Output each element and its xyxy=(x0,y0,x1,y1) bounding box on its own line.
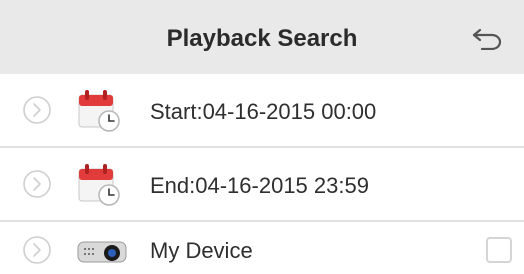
device-checkbox[interactable] xyxy=(486,237,512,263)
end-time-row[interactable]: End:04-16-2015 23:59 xyxy=(0,148,524,220)
calendar-clock-icon xyxy=(78,90,120,132)
device-label: My Device xyxy=(150,238,253,263)
device-row[interactable]: My Device xyxy=(0,222,524,274)
end-time-label: End:04-16-2015 23:59 xyxy=(150,173,369,198)
chevron-right-circle-icon xyxy=(23,170,51,198)
chevron-right-circle-icon xyxy=(23,96,51,124)
title-bar: Playback Search xyxy=(0,0,524,74)
back-arrow-icon[interactable] xyxy=(470,24,504,50)
start-time-row[interactable]: Start:04-16-2015 00:00 xyxy=(0,74,524,146)
chevron-right-circle-icon xyxy=(23,236,51,264)
calendar-clock-icon xyxy=(78,164,120,206)
camera-device-icon xyxy=(77,241,127,263)
page-title: Playback Search xyxy=(166,25,358,52)
start-time-label: Start:04-16-2015 00:00 xyxy=(150,99,377,124)
